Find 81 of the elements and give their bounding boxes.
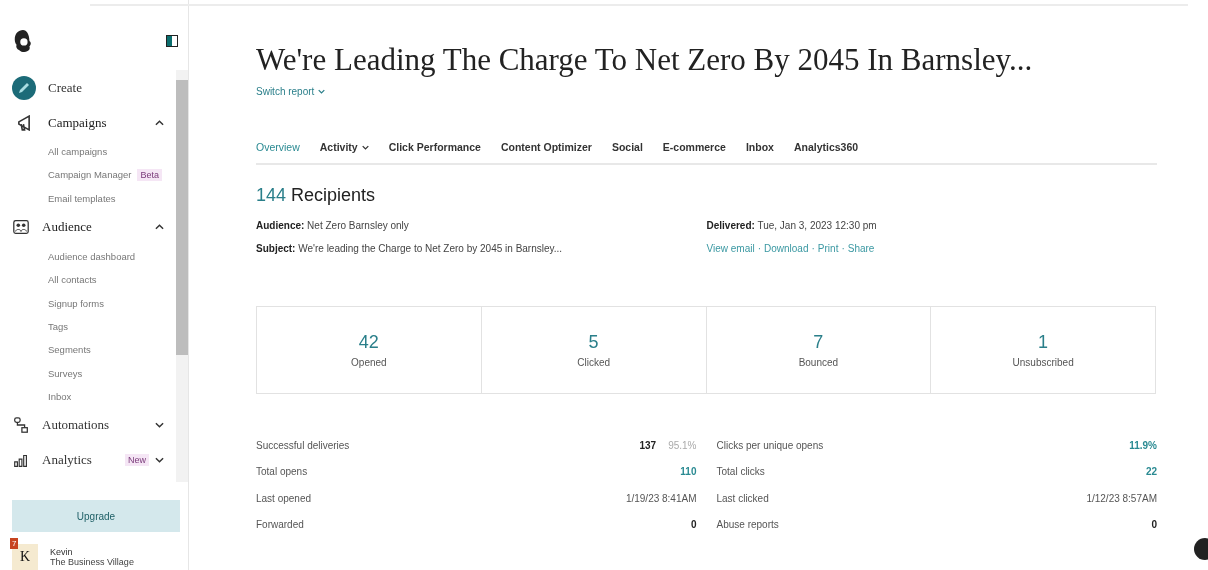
detail-percent: 95.1% [668, 439, 697, 451]
report-tab[interactable]: Overview [256, 141, 300, 153]
switch-report-dropdown[interactable]: Switch report [256, 86, 326, 97]
report-title: We're Leading The Charge To Net Zero By 2045 In Barnsley... [256, 42, 1034, 78]
sub-nav-link[interactable]: Audience dashboard [48, 251, 136, 263]
detail-value: 1/19/23 8:41AM [625, 492, 697, 504]
report-tab[interactable]: Content Optimizer [500, 141, 592, 153]
workflow-icon [12, 416, 30, 435]
detail-label: Successful deliveries [256, 439, 350, 451]
nav-item[interactable]: Automations [12, 407, 176, 443]
nav-item[interactable]: Create [12, 70, 176, 105]
chevron-icon [361, 144, 369, 150]
detail-value[interactable]: 110 [680, 466, 697, 478]
delivered-text: Delivered: Tue, Jan 3, 2023 12:30 pm [706, 220, 878, 231]
detail-label: Total clicks [716, 466, 765, 478]
subject-text: Subject: We're leading the Charge to Net Zero by 2045 in Barnsley... [256, 243, 564, 254]
sub-nav-link[interactable]: All contacts [48, 274, 97, 286]
report-tab[interactable]: Activity [319, 141, 369, 153]
people-icon [12, 218, 30, 237]
panel-toggle-icon[interactable] [166, 35, 178, 47]
nav-item[interactable]: Analytics New [12, 442, 176, 478]
report-link[interactable]: Download [764, 243, 809, 254]
report-tab[interactable]: Social [611, 141, 643, 153]
detail-value: 137 [639, 439, 657, 451]
separator-dot: · [757, 243, 761, 254]
stat-value: 42 [358, 332, 379, 353]
detail-value: 1/12/23 8:57AM [1086, 492, 1157, 504]
detail-label: Last clicked [716, 492, 769, 504]
chevron-icon [318, 89, 326, 94]
account-name: Kevin [50, 547, 74, 557]
stat-label: Bounced [798, 357, 839, 368]
sub-nav-link[interactable]: Segments [48, 344, 91, 356]
detail-label: Clicks per unique opens [716, 439, 824, 451]
nav-label: Automations [42, 417, 110, 434]
report-link[interactable]: View email [706, 243, 755, 254]
sub-nav-link[interactable]: Surveys [48, 367, 83, 379]
nav-label: Create [48, 79, 82, 96]
organization-name: The Business Village [50, 557, 134, 567]
stat-value: 7 [813, 332, 824, 353]
megaphone-icon [17, 114, 31, 131]
sub-nav-link[interactable]: Email templates [48, 192, 116, 204]
sub-nav-link[interactable]: All campaigns [48, 146, 108, 158]
stat-label: Clicked [577, 357, 610, 368]
nav-label: Audience [42, 219, 92, 236]
pencil-icon [12, 75, 36, 100]
sub-nav-link[interactable]: Inbox [48, 390, 72, 402]
nav-label: Analytics [42, 452, 92, 469]
nav-item[interactable]: Campaigns [12, 105, 176, 140]
detail-label: Forwarded [256, 519, 304, 531]
detail-value: 0 [690, 519, 697, 531]
report-tab[interactable]: Click Performance [388, 141, 481, 153]
detail-label: Last opened [256, 492, 312, 504]
sub-nav-link[interactable]: Signup forms [48, 297, 104, 309]
report-tab[interactable]: Inbox [745, 141, 774, 153]
separator-dot: · [811, 243, 815, 254]
detail-label: Abuse reports [716, 519, 779, 531]
beta-badge: Beta [137, 168, 162, 181]
nav-item[interactable]: Audience [12, 209, 176, 245]
stat-label: Opened [351, 357, 387, 368]
detail-value[interactable]: 11.9% [1129, 439, 1157, 451]
recipient-count: 144 [256, 185, 287, 205]
recipients-label: Recipients [291, 185, 376, 205]
detail-value: 0 [1151, 519, 1157, 531]
sub-nav-link[interactable]: Tags [48, 320, 69, 332]
detail-value[interactable]: 22 [1145, 466, 1157, 478]
separator-dot: · [841, 243, 845, 254]
upgrade-button[interactable]: Upgrade [12, 500, 180, 532]
report-tab[interactable]: E-commerce [662, 141, 726, 153]
audience-text: Audience: Net Zero Barnsley only [256, 220, 410, 231]
scrollbar[interactable] [176, 70, 188, 482]
report-link[interactable]: Print [817, 243, 839, 254]
sub-nav-link[interactable]: Campaign Manager [48, 169, 132, 181]
detail-label: Total opens [256, 466, 308, 478]
stat-label: Unsubscribed [1012, 357, 1074, 368]
stat-value: 1 [1038, 332, 1049, 353]
stat-value: 5 [588, 332, 599, 353]
notification-badge: 7 [10, 538, 19, 549]
nav-label: Campaigns [48, 114, 107, 131]
report-tab[interactable]: Analytics360 [793, 141, 859, 153]
new-badge: New [125, 454, 149, 467]
report-link[interactable]: Share [847, 243, 875, 254]
